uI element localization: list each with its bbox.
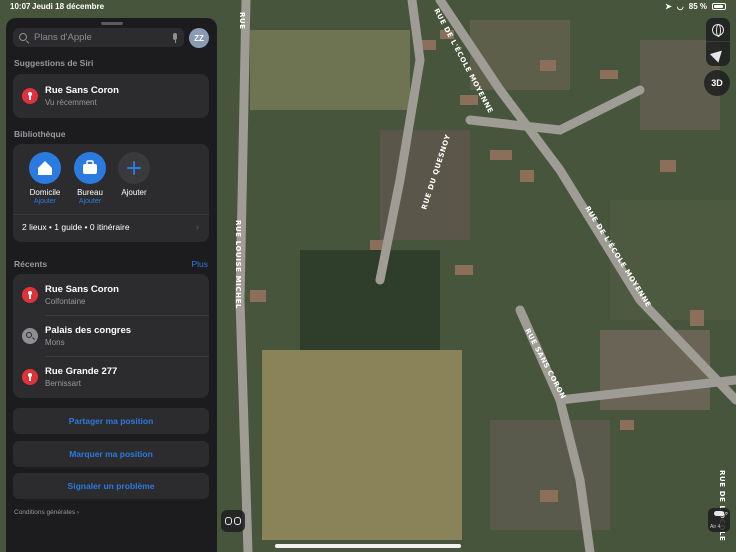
library-item-work[interactable]: Bureau Ajouter bbox=[68, 152, 112, 205]
list-item-subtitle: Bernissart bbox=[45, 379, 82, 388]
library-title: Bibliothèque bbox=[14, 129, 66, 139]
locate-button[interactable] bbox=[706, 42, 730, 66]
list-item[interactable]: Palais des congres Mons bbox=[13, 316, 209, 356]
sidebar-panel: Plans d'Apple ZZ Suggestions de Siri Rue… bbox=[6, 18, 217, 552]
library-item-label: Ajouter bbox=[121, 188, 147, 197]
list-item[interactable]: Rue Grande 277 Bernissart bbox=[13, 357, 209, 397]
view-3d-button[interactable]: 3D bbox=[704, 70, 730, 96]
recents-more-link[interactable]: Plus bbox=[191, 259, 208, 269]
search-icon bbox=[22, 328, 38, 344]
library-item-add[interactable]: Ajouter bbox=[112, 152, 156, 197]
status-bar: 10:07 Jeudi 18 décembre ➤ ◡ 85 % bbox=[0, 0, 736, 14]
field-patch bbox=[610, 200, 736, 320]
weather-temp: 9° bbox=[720, 511, 728, 520]
binoculars-icon bbox=[225, 517, 232, 525]
battery-icon bbox=[712, 3, 726, 10]
status-date: Jeudi 18 décembre bbox=[32, 2, 105, 11]
library-item-label: Bureau bbox=[77, 188, 103, 197]
wifi-icon: ◡ bbox=[676, 2, 684, 11]
road-label-louise-michel: RUE LOUISE MICHEL bbox=[234, 220, 242, 309]
houses-patch bbox=[470, 20, 570, 90]
pin-icon bbox=[22, 287, 38, 303]
road-label-edge-top: RUE bbox=[238, 12, 246, 30]
status-time: 10:07 bbox=[10, 2, 31, 11]
library-item-add-link[interactable]: Ajouter bbox=[23, 198, 67, 205]
location-arrow-icon: ➤ bbox=[665, 2, 672, 11]
library-item-home[interactable]: Domicile Ajouter bbox=[23, 152, 67, 205]
list-item-subtitle: Colfontaine bbox=[45, 297, 86, 306]
search-input[interactable]: Plans d'Apple bbox=[13, 28, 184, 47]
binoculars-icon bbox=[234, 517, 241, 525]
location-arrow-icon bbox=[709, 45, 727, 63]
list-item[interactable]: Rue Sans Coron Colfontaine bbox=[13, 275, 209, 315]
pin-icon bbox=[22, 369, 38, 385]
list-item-title: Rue Sans Coron bbox=[45, 85, 119, 96]
list-item-title: Rue Sans Coron bbox=[45, 284, 119, 295]
terms-link[interactable]: Conditions générales › bbox=[14, 509, 79, 516]
mark-location-button[interactable]: Marquer ma position bbox=[13, 441, 209, 467]
house-icon bbox=[29, 152, 61, 184]
list-item-title: Palais des congres bbox=[45, 325, 132, 336]
recents-card: Rue Sans Coron Colfontaine Palais des co… bbox=[13, 274, 209, 398]
list-item[interactable]: Rue Sans Coron Vu récemment bbox=[13, 76, 209, 116]
panel-grabber[interactable] bbox=[101, 22, 123, 25]
list-item-title: Rue Grande 277 bbox=[45, 366, 118, 377]
search-placeholder: Plans d'Apple bbox=[34, 32, 92, 43]
tree-patch bbox=[300, 250, 440, 350]
plus-icon bbox=[118, 152, 150, 184]
field-patch bbox=[262, 350, 462, 540]
map-controls bbox=[706, 18, 730, 66]
divider bbox=[13, 214, 209, 215]
briefcase-icon bbox=[74, 152, 106, 184]
library-card: Domicile Ajouter Bureau Ajouter Ajouter … bbox=[13, 144, 209, 242]
share-location-button[interactable]: Partager ma position bbox=[13, 408, 209, 434]
microphone-icon[interactable] bbox=[172, 32, 178, 43]
pin-icon bbox=[22, 88, 38, 104]
home-indicator[interactable] bbox=[275, 544, 461, 548]
map-mode-button[interactable] bbox=[706, 18, 730, 42]
search-icon bbox=[19, 32, 29, 43]
avatar[interactable]: ZZ bbox=[189, 28, 209, 48]
look-around-button[interactable] bbox=[221, 510, 245, 532]
list-item-subtitle: Mons bbox=[45, 338, 65, 347]
list-item-subtitle: Vu récemment bbox=[45, 98, 97, 107]
status-right: ➤ ◡ 85 % bbox=[665, 2, 726, 11]
library-summary[interactable]: 2 lieux • 1 guide • 0 itinéraire bbox=[22, 222, 130, 232]
weather-widget[interactable]: 9° Air 4 bbox=[708, 508, 730, 532]
chevron-right-icon: › bbox=[196, 222, 199, 232]
siri-suggestions-title: Suggestions de Siri bbox=[14, 58, 94, 68]
recents-title: Récents bbox=[14, 259, 48, 269]
houses-patch bbox=[490, 420, 610, 530]
field-patch bbox=[250, 30, 410, 110]
report-problem-button[interactable]: Signaler un problème bbox=[13, 473, 209, 499]
library-item-label: Domicile bbox=[29, 188, 61, 197]
library-item-add-link[interactable]: Ajouter bbox=[68, 198, 112, 205]
globe-icon bbox=[712, 23, 724, 37]
siri-suggestion-card[interactable]: Rue Sans Coron Vu récemment bbox=[13, 74, 209, 118]
air-quality: Air 4 bbox=[710, 524, 721, 530]
battery-percent: 85 % bbox=[688, 2, 707, 11]
